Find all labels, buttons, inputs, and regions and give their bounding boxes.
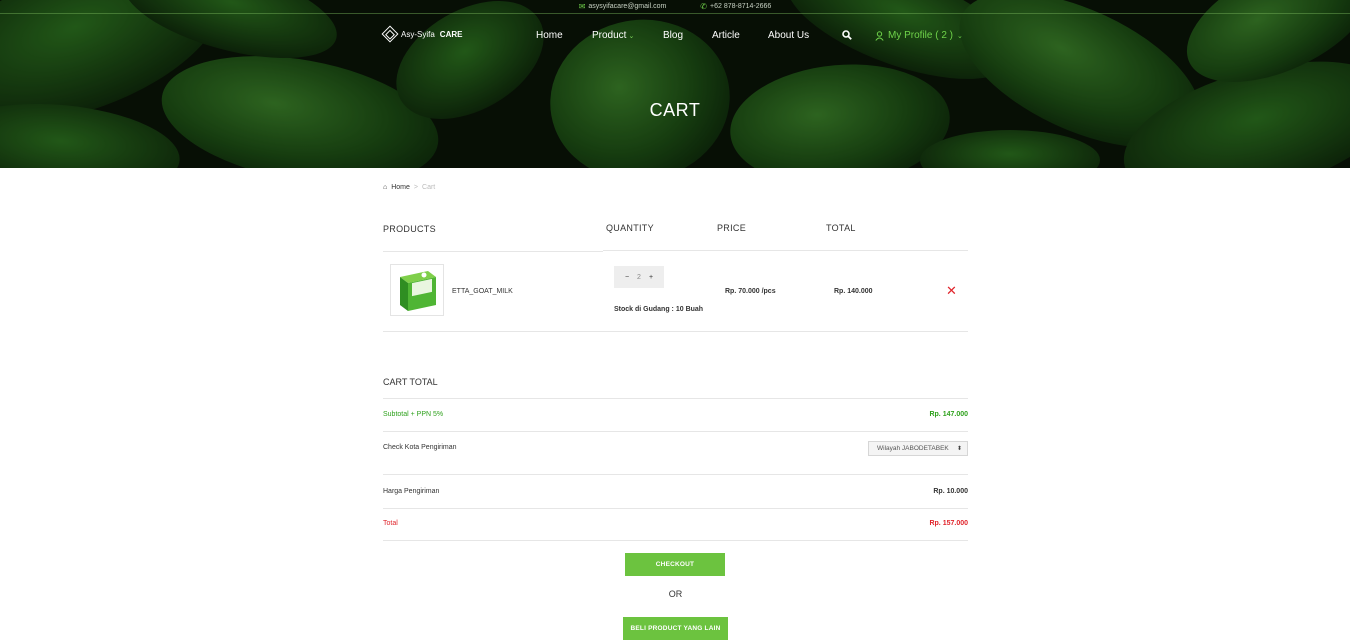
divider	[383, 431, 968, 432]
remove-item-icon[interactable]: ✕	[946, 283, 957, 299]
quantity-stepper: − 2 +	[614, 266, 664, 288]
product-box-image	[400, 271, 436, 311]
top-contact-bar: ✉ asysyifacare@gmail.com ✆ +62 878-8714-…	[0, 0, 1350, 14]
subtotal-value: Rp. 147.000	[929, 411, 968, 418]
divider	[383, 508, 968, 509]
chevron-down-icon: ⌄	[957, 32, 963, 40]
line-total: Rp. 140.000	[834, 288, 873, 295]
logo-icon	[381, 25, 399, 43]
breadcrumb: ⌂ Home > Cart	[383, 184, 436, 191]
divider	[383, 474, 968, 475]
header-products: PRODUCTS	[383, 224, 436, 234]
divider	[383, 331, 968, 332]
breadcrumb-home[interactable]: Home	[391, 184, 410, 191]
main-navbar: Asy-Syifa CARE Home Product ⌄ Blog Articl…	[0, 14, 1350, 58]
search-icon[interactable]	[842, 30, 852, 43]
product-image[interactable]	[390, 264, 444, 316]
divider	[603, 250, 968, 251]
total-label: Total	[383, 520, 398, 527]
cart-total-title: CART TOTAL	[383, 377, 438, 387]
buy-other-products-button[interactable]: BELI PRODUCT YANG LAIN	[623, 617, 728, 640]
increase-button[interactable]: +	[649, 274, 653, 281]
page-title: CART	[649, 100, 701, 120]
phone-contact[interactable]: ✆ +62 878-8714-2666	[700, 2, 771, 11]
email-contact[interactable]: ✉ asysyifacare@gmail.com	[579, 2, 667, 11]
decrease-button[interactable]: −	[625, 274, 629, 281]
header-price: PRICE	[717, 223, 747, 233]
shipping-value: Rp. 10.000	[933, 488, 968, 495]
nav-home[interactable]: Home	[536, 30, 563, 41]
total-value: Rp. 157.000	[929, 520, 968, 527]
user-icon	[875, 30, 884, 41]
nav-article[interactable]: Article	[712, 30, 740, 41]
my-profile-menu[interactable]: My Profile ( 2 ) ⌄	[875, 30, 963, 41]
city-select[interactable]: Wilayah JABODETABEK ⬍	[868, 441, 968, 456]
divider	[383, 251, 603, 252]
select-arrow-icon: ⬍	[956, 446, 962, 452]
divider	[383, 398, 968, 399]
nav-blog[interactable]: Blog	[663, 30, 683, 41]
nav-product[interactable]: Product ⌄	[592, 30, 634, 41]
checkout-button[interactable]: CHECKOUT	[625, 553, 725, 576]
city-label: Check Kota Pengiriman	[383, 444, 457, 451]
header-quantity: QUANTITY	[606, 223, 654, 233]
hero-banner: ✉ asysyifacare@gmail.com ✆ +62 878-8714-…	[0, 0, 1350, 168]
breadcrumb-current: Cart	[422, 184, 436, 191]
envelope-icon: ✉	[578, 2, 586, 11]
quantity-input[interactable]: 2	[637, 274, 641, 281]
home-icon: ⌂	[383, 184, 388, 191]
subtotal-label: Subtotal + PPN 5%	[383, 411, 444, 418]
nav-about-us[interactable]: About Us	[768, 30, 809, 41]
divider	[383, 540, 968, 541]
or-separator: OR	[668, 589, 683, 599]
stock-info: Stock di Gudang : 10 Buah	[614, 306, 704, 313]
chevron-down-icon: ⌄	[628, 33, 635, 40]
unit-price: Rp. 70.000 /pcs	[725, 288, 776, 295]
brand-logo[interactable]: Asy-Syifa CARE	[381, 25, 462, 43]
header-total: TOTAL	[826, 223, 856, 233]
shipping-label: Harga Pengiriman	[383, 488, 440, 495]
product-name[interactable]: ETTA_GOAT_MILK	[452, 288, 513, 295]
whatsapp-icon: ✆	[700, 2, 707, 11]
